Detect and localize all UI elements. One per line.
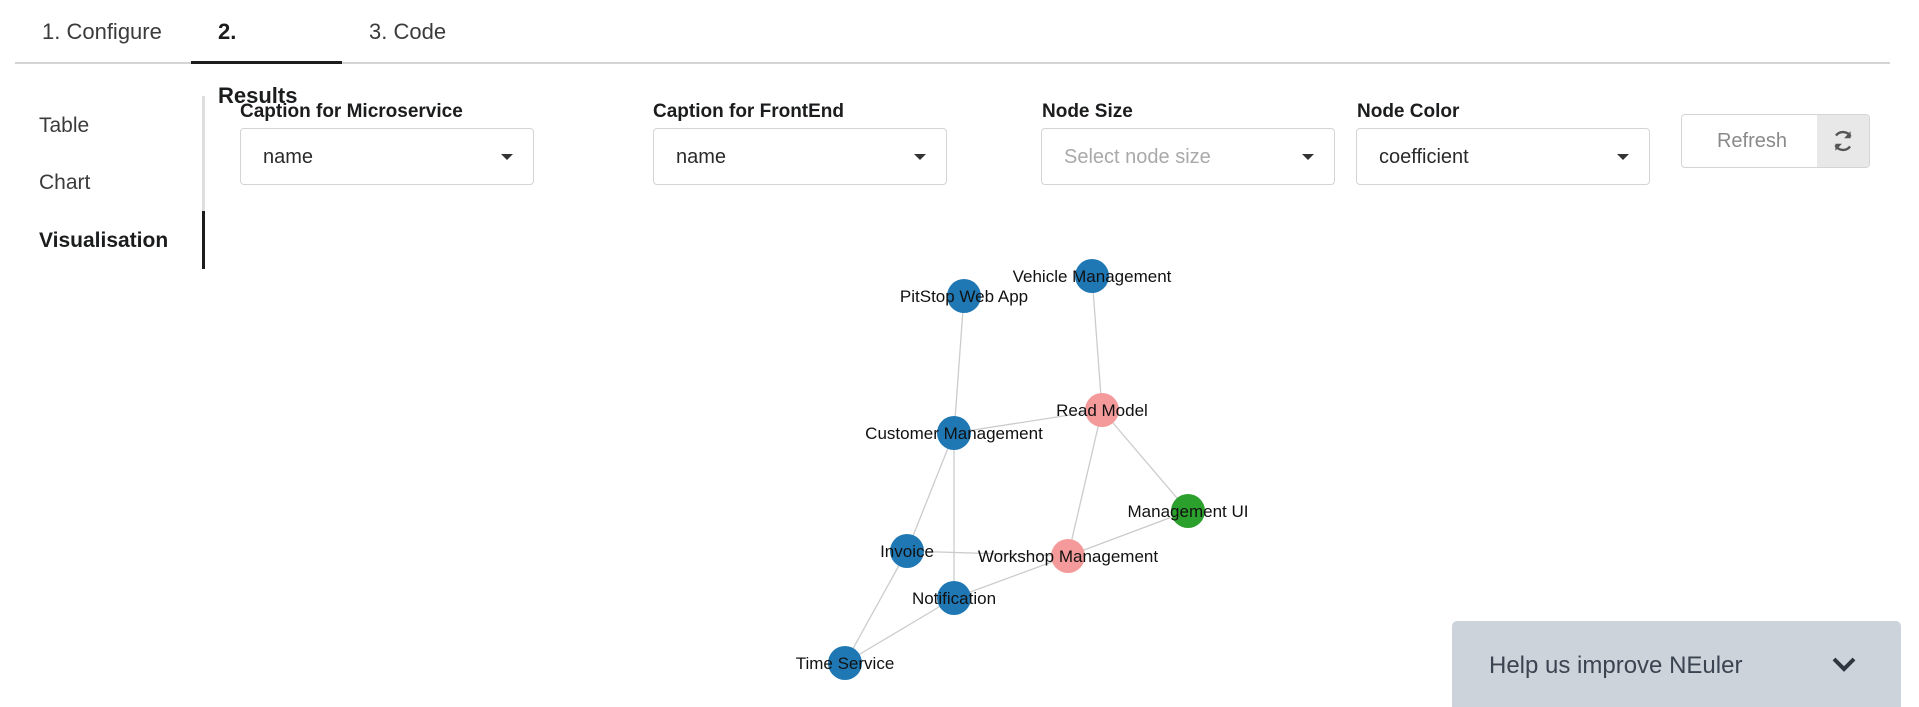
graph-node-label-pitstop: PitStop Web App xyxy=(900,287,1028,306)
feedback-widget[interactable]: Help us improve NEuler xyxy=(1452,621,1901,707)
graph-edge-readmodel-mgmtui xyxy=(1101,409,1189,512)
node-color-label: Node Color xyxy=(1357,101,1460,122)
caption-frontend-value: name xyxy=(676,146,727,168)
caption-microservice-label: Caption for Microservice xyxy=(240,101,463,122)
result-view-menu: Table Chart Visualisation xyxy=(15,96,205,269)
graph-visualisation[interactable]: PitStop Web AppVehicle Management Read Mo… xyxy=(780,240,1320,700)
graph-edge-readmodel-workshop xyxy=(1067,409,1103,557)
dropdown-caret-icon xyxy=(914,154,926,160)
node-size-label: Node Size xyxy=(1042,101,1133,122)
caption-microservice-dropdown[interactable]: name xyxy=(240,128,534,185)
menu-item-table[interactable]: Table xyxy=(39,114,89,138)
active-menu-indicator xyxy=(202,211,205,269)
menu-item-visualisation[interactable]: Visualisation xyxy=(39,229,168,253)
node-color-value: coefficient xyxy=(1379,146,1469,168)
refresh-icon xyxy=(1817,115,1869,167)
chevron-down-icon[interactable] xyxy=(1831,655,1857,678)
refresh-label: Refresh xyxy=(1716,130,1788,152)
dropdown-caret-icon xyxy=(1617,154,1629,160)
graph-node-label-customer: Customer Management xyxy=(865,424,1043,443)
graph-node-label-readmodel: Read Model xyxy=(1056,401,1148,420)
graph-edge-customer-invoice xyxy=(906,432,955,552)
graph-node-label-invoice: Invoice xyxy=(880,542,934,561)
caption-frontend-dropdown[interactable]: name xyxy=(653,128,947,185)
graph-node-label-mgmtui: Management UI xyxy=(1128,502,1249,521)
graph-node-label-vehicle: Vehicle Management xyxy=(1013,267,1172,286)
tab-configure[interactable]: 1. Configure xyxy=(15,0,189,64)
graph-node-label-notification: Notification xyxy=(912,589,996,608)
graph-edge-pitstop-customer xyxy=(953,295,965,434)
graph-edge-vehicle-readmodel xyxy=(1091,275,1103,411)
node-size-dropdown[interactable]: Select node size xyxy=(1041,128,1335,185)
caption-frontend-label: Caption for FrontEnd xyxy=(653,101,845,122)
graph-node-label-timeservice: Time Service xyxy=(796,654,895,673)
caption-microservice-value: name xyxy=(263,146,314,168)
feedback-label: Help us improve NEuler xyxy=(1489,652,1743,679)
dropdown-caret-icon xyxy=(1302,154,1314,160)
node-color-dropdown[interactable]: coefficient xyxy=(1356,128,1650,185)
graph-node-label-workshop: Workshop Management xyxy=(978,547,1158,566)
node-size-placeholder: Select node size xyxy=(1064,146,1211,168)
tab-code[interactable]: 3. Code xyxy=(342,0,473,64)
tab-results[interactable]: 2. Results xyxy=(191,0,342,108)
dropdown-caret-icon xyxy=(501,154,513,160)
menu-item-chart[interactable]: Chart xyxy=(39,171,90,195)
graph-edge-invoice-timeservice xyxy=(844,550,908,664)
results-tabs: 1. Configure 2. Results 3. Code xyxy=(15,0,1890,108)
refresh-button[interactable]: Refresh xyxy=(1681,114,1870,168)
